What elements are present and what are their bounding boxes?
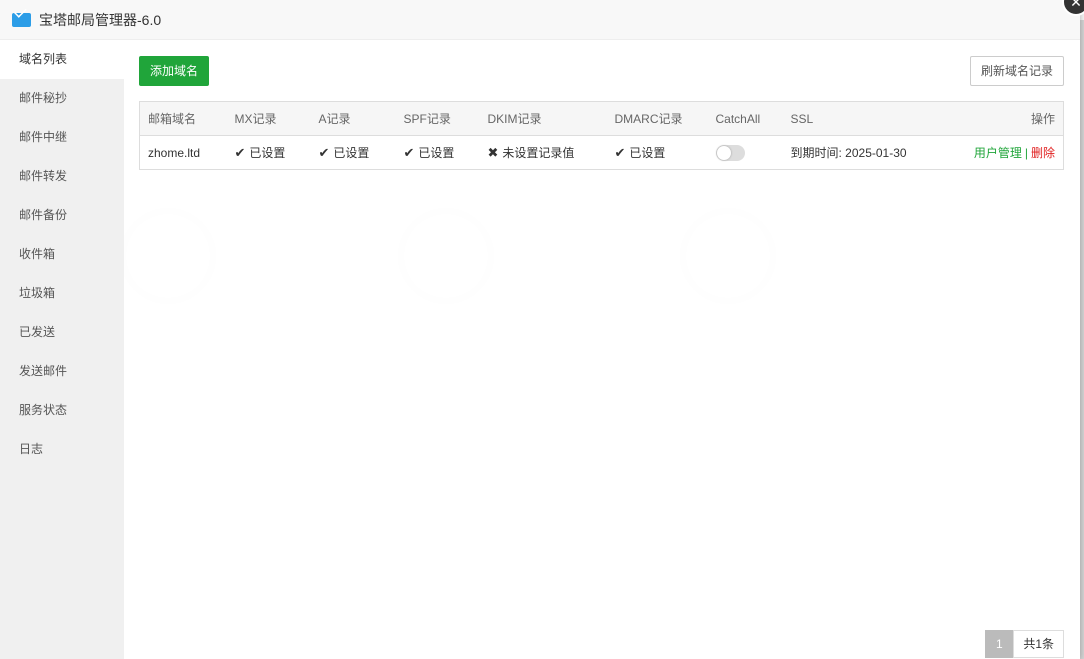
sidebar-item-3[interactable]: 邮件转发 bbox=[0, 157, 124, 196]
catchall-toggle[interactable] bbox=[715, 144, 745, 161]
mx-status: ✔ 已设置 bbox=[227, 136, 311, 170]
sidebar-item-7[interactable]: 已发送 bbox=[0, 313, 124, 352]
actions-cell: 用户管理 | 删除 bbox=[943, 136, 1064, 170]
title-bar: 宝塔邮局管理器-6.0 bbox=[0, 0, 1080, 40]
col-header-ssl: SSL bbox=[782, 101, 943, 136]
mail-icon bbox=[12, 12, 31, 27]
spf-status: ✔ 已设置 bbox=[396, 136, 480, 170]
col-header-dkim: DKIM记录 bbox=[479, 101, 607, 136]
sidebar-item-10[interactable]: 日志 bbox=[0, 430, 124, 469]
check-icon: ✔ bbox=[614, 145, 626, 160]
check-icon: ✔ bbox=[403, 145, 415, 160]
mx-status-text: 已设置 bbox=[249, 146, 286, 160]
sidebar: 域名列表 邮件秘抄 邮件中继 邮件转发 邮件备份 收件箱 垃圾箱 已发送 发送邮件 服务状态 日志 bbox=[0, 40, 124, 659]
spf-status-text: 已设置 bbox=[418, 146, 455, 160]
add-domain-button[interactable]: 添加域名 bbox=[139, 56, 210, 86]
total-count: 共1条 bbox=[1013, 630, 1064, 658]
dmarc-status-text: 已设置 bbox=[629, 146, 666, 160]
toggle-knob bbox=[716, 145, 731, 160]
sidebar-item-8[interactable]: 发送邮件 bbox=[0, 352, 124, 391]
mail-manager-dialog: 宝塔邮局管理器-6.0 域名列表 邮件秘抄 邮件中继 邮件转发 邮件备份 收件箱 垃圾箱 已发… bbox=[0, 0, 1084, 659]
sidebar-item-0[interactable]: 域名列表 bbox=[0, 40, 124, 79]
refresh-domain-records-button[interactable]: 刷新域名记录 bbox=[969, 56, 1064, 86]
col-header-mx: MX记录 bbox=[226, 101, 311, 136]
domain-table: 邮箱域名 MX记录 A记录 SPF记录 DKIM记录 DMARC记录 Catch… bbox=[139, 101, 1064, 170]
col-header-domain: 邮箱域名 bbox=[139, 101, 227, 136]
dmarc-status: ✔ 已设置 bbox=[607, 136, 708, 170]
bg-scrollbar bbox=[1080, 20, 1084, 659]
user-management-link[interactable]: 用户管理 bbox=[974, 146, 1022, 160]
ssl-expiry[interactable]: 到期时间: 2025-01-30 bbox=[783, 136, 943, 170]
col-header-spf: SPF记录 bbox=[395, 101, 480, 136]
sidebar-item-4[interactable]: 邮件备份 bbox=[0, 196, 124, 235]
col-header-a: A记录 bbox=[310, 101, 396, 136]
sidebar-item-9[interactable]: 服务状态 bbox=[0, 391, 124, 430]
delete-link[interactable]: 删除 bbox=[1031, 146, 1055, 160]
main-panel: 添加域名 刷新域名记录 邮箱域名 MX记录 A记录 SPF记录 DKIM记录 D… bbox=[124, 40, 1080, 659]
dkim-status[interactable]: ✖ 未设置记录值 bbox=[480, 136, 607, 170]
col-header-actions: 操作 bbox=[942, 101, 1064, 136]
check-icon: ✔ bbox=[234, 145, 246, 160]
pagination: 1 共1条 bbox=[985, 630, 1064, 658]
page-number-current[interactable]: 1 bbox=[985, 630, 1014, 658]
cross-icon: ✖ bbox=[487, 145, 499, 160]
catchall-cell bbox=[708, 136, 783, 170]
sidebar-item-6[interactable]: 垃圾箱 bbox=[0, 274, 124, 313]
table-row: zhome.ltd ✔ 已设置 ✔ 已设置 ✔ 已设置 ✖ 未设置记录值 ✔ 已设置 到期… bbox=[140, 136, 1064, 170]
window-title: 宝塔邮局管理器-6.0 bbox=[39, 11, 162, 28]
dkim-status-text[interactable]: 未设置记录值 bbox=[502, 146, 574, 160]
sidebar-item-1[interactable]: 邮件秘抄 bbox=[0, 79, 124, 118]
domain-cell: zhome.ltd bbox=[148, 145, 201, 160]
a-status: ✔ 已设置 bbox=[311, 136, 396, 170]
action-separator: | bbox=[1024, 146, 1028, 160]
col-header-catchall: CatchAll bbox=[707, 101, 783, 136]
sidebar-item-2[interactable]: 邮件中继 bbox=[0, 118, 124, 157]
a-status-text: 已设置 bbox=[333, 146, 370, 160]
sidebar-item-5[interactable]: 收件箱 bbox=[0, 235, 124, 274]
col-header-dmarc: DMARC记录 bbox=[606, 101, 708, 136]
check-icon: ✔ bbox=[318, 145, 330, 160]
table-header-row: 邮箱域名 MX记录 A记录 SPF记录 DKIM记录 DMARC记录 Catch… bbox=[139, 101, 1064, 136]
